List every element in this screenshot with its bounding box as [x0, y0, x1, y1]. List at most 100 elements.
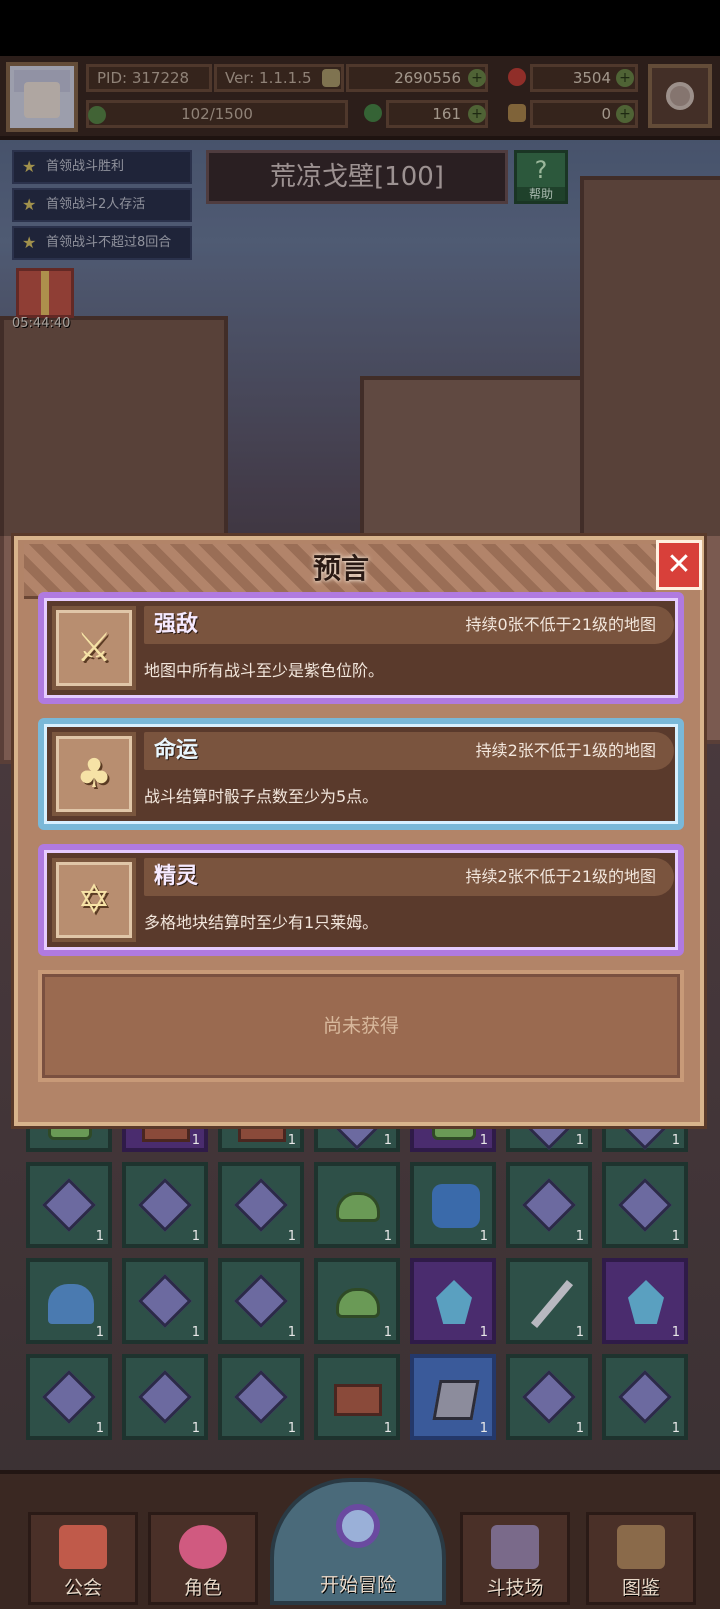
card-name: 命运 — [154, 738, 199, 763]
empty-prophecy-slot: 尚未获得 — [38, 970, 684, 1082]
grid-tile[interactable]: 1 — [122, 1354, 208, 1440]
grid-tile[interactable]: 1 — [26, 1354, 112, 1440]
tile-count: 1 — [191, 1133, 200, 1148]
tile-count: 1 — [383, 1421, 392, 1436]
tile-count: 1 — [479, 1133, 488, 1148]
hexagram-icon: ✡ — [52, 858, 136, 942]
chara-icon — [432, 1184, 480, 1228]
card-name-bar: 命运 持续2张不低于1级的地图 — [144, 732, 674, 770]
nav-character-label: 角色 — [183, 1577, 222, 1599]
card-name-bar: 精灵 持续2张不低于21级的地图 — [144, 858, 674, 896]
crossed-swords-icon: ⚔ — [52, 606, 136, 690]
grid-tile[interactable]: 1 — [122, 1258, 208, 1344]
tile-count: 1 — [383, 1133, 392, 1148]
gem-icon — [522, 1370, 576, 1424]
tile-count: 1 — [575, 1325, 584, 1340]
nav-character[interactable]: 角色 — [148, 1512, 258, 1605]
tile-count: 1 — [95, 1421, 104, 1436]
gem-icon — [42, 1178, 96, 1232]
tile-count: 1 — [95, 1325, 104, 1340]
grid-tile[interactable]: 1 — [506, 1258, 592, 1344]
hut-icon — [48, 1284, 94, 1324]
tile-count: 1 — [479, 1325, 488, 1340]
grid-tile[interactable]: 1 — [218, 1258, 304, 1344]
tile-count: 1 — [479, 1229, 488, 1244]
card-description: 多格地块结算时至少有1只莱姆。 — [144, 913, 379, 932]
prophecy-modal: 预言 ✕ ⚔ 强敌 持续0张不低于21级的地图 地图中所有战斗至少是紫色位阶。 … — [14, 536, 704, 1126]
tile-count: 1 — [671, 1325, 680, 1340]
grid-tile[interactable]: 1 — [506, 1354, 592, 1440]
tile-count: 1 — [191, 1421, 200, 1436]
book-icon — [617, 1525, 665, 1569]
crystal-icon — [436, 1280, 472, 1324]
grid-tile[interactable]: 1 — [122, 1162, 208, 1248]
grid-tile[interactable]: 1 — [602, 1354, 688, 1440]
tile-count: 1 — [575, 1229, 584, 1244]
grid-tile[interactable]: 1 — [506, 1162, 592, 1248]
chest-icon — [334, 1384, 382, 1416]
tile-count: 1 — [95, 1229, 104, 1244]
status-bar — [0, 0, 720, 56]
nav-codex[interactable]: 图鉴 — [586, 1512, 696, 1605]
grid-tile[interactable]: 1 — [410, 1162, 496, 1248]
grid-tile[interactable]: 1 — [410, 1354, 496, 1440]
modal-backdrop[interactable] — [0, 56, 720, 536]
prophecy-card[interactable]: ⚔ 强敌 持续0张不低于21级的地图 地图中所有战斗至少是紫色位阶。 — [38, 592, 684, 704]
tile-count: 1 — [287, 1421, 296, 1436]
tile-count: 1 — [191, 1229, 200, 1244]
grid-tile[interactable]: 1 — [218, 1354, 304, 1440]
card-condition: 持续2张不低于1级的地图 — [475, 741, 656, 760]
character-icon — [179, 1525, 227, 1569]
gem-icon — [522, 1178, 576, 1232]
tile-count: 1 — [575, 1133, 584, 1148]
nav-start-label: 开始冒险 — [319, 1574, 396, 1596]
clover-icon: ♣ — [52, 732, 136, 816]
magnifier-icon — [336, 1504, 380, 1548]
grid-tile[interactable]: 1 — [26, 1162, 112, 1248]
tile-count: 1 — [671, 1133, 680, 1148]
grid-tile[interactable]: 1 — [410, 1258, 496, 1344]
close-button[interactable]: ✕ — [656, 540, 702, 590]
grid-tile[interactable]: 1 — [314, 1162, 400, 1248]
slime-icon — [336, 1288, 380, 1318]
close-icon: ✕ — [666, 547, 692, 582]
guild-icon — [59, 1525, 107, 1569]
gem-icon — [138, 1178, 192, 1232]
grid-tile[interactable]: 1 — [602, 1258, 688, 1344]
gem-icon — [138, 1370, 192, 1424]
grid-tile[interactable]: 1 — [26, 1258, 112, 1344]
card-name: 精灵 — [154, 864, 199, 889]
tile-count: 1 — [671, 1229, 680, 1244]
gem-icon — [138, 1274, 192, 1328]
card-condition: 持续2张不低于21级的地图 — [465, 867, 656, 886]
slime-icon — [336, 1192, 380, 1222]
grid-tile[interactable]: 1 — [314, 1258, 400, 1344]
card-name-bar: 强敌 持续0张不低于21级的地图 — [144, 606, 674, 644]
stone-icon — [432, 1380, 480, 1420]
tile-count: 1 — [287, 1229, 296, 1244]
crossed-swords-icon — [491, 1525, 539, 1569]
nav-guild[interactable]: 公会 — [28, 1512, 138, 1605]
nav-guild-label: 公会 — [63, 1577, 102, 1599]
gem-icon — [234, 1274, 288, 1328]
tile-count: 1 — [671, 1421, 680, 1436]
grid-tile[interactable]: 1 — [602, 1162, 688, 1248]
grid-tile[interactable]: 1 — [218, 1162, 304, 1248]
empty-slot-label: 尚未获得 — [322, 1015, 399, 1037]
nav-codex-label: 图鉴 — [621, 1577, 660, 1599]
nav-arena-label: 斗技场 — [486, 1577, 544, 1599]
gem-icon — [42, 1370, 96, 1424]
card-name: 强敌 — [154, 612, 199, 637]
nav-arena[interactable]: 斗技场 — [460, 1512, 570, 1605]
prophecy-card[interactable]: ✡ 精灵 持续2张不低于21级的地图 多格地块结算时至少有1只莱姆。 — [38, 844, 684, 956]
grid-tile[interactable]: 1 — [314, 1354, 400, 1440]
modal-header: 预言 — [24, 544, 658, 599]
modal-title: 预言 — [312, 552, 369, 585]
tile-count: 1 — [383, 1229, 392, 1244]
card-description: 战斗结算时骰子点数至少为5点。 — [144, 787, 379, 806]
prophecy-card[interactable]: ♣ 命运 持续2张不低于1级的地图 战斗结算时骰子点数至少为5点。 — [38, 718, 684, 830]
gem-icon — [234, 1370, 288, 1424]
gem-icon — [618, 1178, 672, 1232]
gem-icon — [234, 1178, 288, 1232]
card-description: 地图中所有战斗至少是紫色位阶。 — [144, 661, 385, 680]
